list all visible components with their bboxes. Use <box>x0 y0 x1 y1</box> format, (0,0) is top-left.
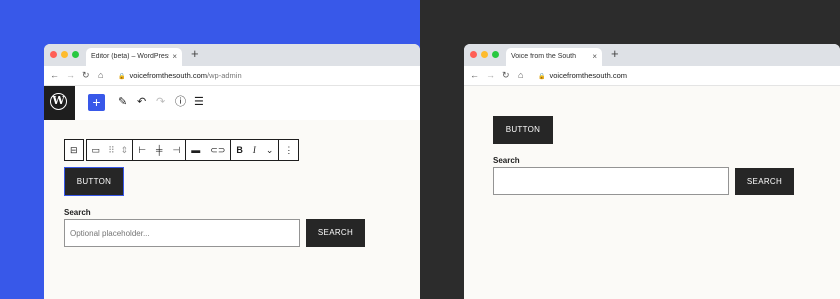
select-parent-icon[interactable]: ⊟ <box>65 139 83 161</box>
editor-toolbar: W + ✎ ↶ ↷ ⓘ ☰ <box>44 86 420 120</box>
lock-icon: 🔒 <box>118 74 126 80</box>
editor-button-block[interactable]: BUTTON <box>64 167 124 196</box>
bold-button[interactable]: B <box>231 139 248 161</box>
tab-bar: Editor (beta) – WordPress × + <box>44 44 420 66</box>
block-toolbar: ⊟ ▭ ⠿ ⇕ ⊢ ╪ ⊣ ▬ ⊂⊃ B I ⌄ ⋮ <box>64 139 301 161</box>
home-icon[interactable]: ⌂ <box>98 70 103 80</box>
url-domain: voicefromthesouth.com <box>549 71 628 80</box>
reload-icon[interactable]: ↻ <box>82 70 90 80</box>
info-icon[interactable]: ⓘ <box>175 95 186 109</box>
tab-close-icon[interactable]: × <box>172 52 177 61</box>
close-window-dot[interactable] <box>50 51 57 58</box>
close-window-dot[interactable] <box>470 51 477 58</box>
wordpress-logo-icon: W <box>50 93 67 110</box>
minimize-window-dot[interactable] <box>61 51 68 58</box>
url-path: /wp-admin <box>207 71 242 80</box>
maximize-window-dot[interactable] <box>492 51 499 58</box>
browser-tab[interactable]: Editor (beta) – WordPress × <box>86 48 182 66</box>
editor-search-button[interactable]: SEARCH <box>306 219 365 247</box>
tab-bar: Voice from the South × + <box>464 44 840 66</box>
chevron-down-icon[interactable]: ⌄ <box>261 139 279 161</box>
layout-group: ▬ ⊂⊃ <box>185 139 231 161</box>
wordpress-logo-button[interactable]: W <box>44 86 75 120</box>
back-arrow-icon[interactable]: ← <box>50 70 59 80</box>
address-bar: ← → ↻ ⌂ 🔒 voicefromthesouth.com <box>464 66 840 86</box>
frontend-search-input[interactable] <box>493 167 729 195</box>
drag-handle-icon[interactable]: ⠿ <box>105 139 118 161</box>
format-group: B I ⌄ <box>230 139 279 161</box>
editor-search-input[interactable]: Optional placeholder... <box>64 219 300 247</box>
minimize-window-dot[interactable] <box>481 51 488 58</box>
address-bar: ← → ↻ ⌂ 🔒 voicefromthesouth.com/wp-admin <box>44 66 420 86</box>
add-block-button[interactable]: + <box>88 94 105 111</box>
block-type-icon[interactable]: ▭ <box>87 139 106 161</box>
frontend-search-button[interactable]: SEARCH <box>735 168 794 195</box>
align-icon[interactable]: ▬ <box>186 139 205 161</box>
url-domain: voicefromthesouth.com <box>129 71 208 80</box>
lock-icon: 🔒 <box>538 74 546 80</box>
justify-center-icon[interactable]: ╪ <box>151 139 167 161</box>
options-group: ⋮ <box>278 139 300 161</box>
parent-block-group: ⊟ <box>64 139 84 161</box>
new-tab-button[interactable]: + <box>191 47 199 61</box>
home-icon[interactable]: ⌂ <box>518 70 523 80</box>
url-field[interactable]: 🔒 voicefromthesouth.com <box>538 71 627 80</box>
window-controls <box>470 51 499 58</box>
justify-group: ⊢ ╪ ⊣ <box>132 139 186 161</box>
maximize-window-dot[interactable] <box>72 51 79 58</box>
tab-title: Voice from the South <box>511 53 576 60</box>
tab-title: Editor (beta) – WordPress <box>91 53 169 60</box>
list-view-icon[interactable]: ☰ <box>194 95 204 109</box>
frontend-search-label: Search <box>493 156 520 165</box>
more-options-button[interactable]: ⋮ <box>279 139 298 161</box>
browser-tab[interactable]: Voice from the South × <box>506 48 602 66</box>
new-tab-button[interactable]: + <box>611 47 619 61</box>
url-field[interactable]: 🔒 voicefromthesouth.com/wp-admin <box>118 71 242 80</box>
justify-left-icon[interactable]: ⊢ <box>133 139 151 161</box>
frontend-button[interactable]: BUTTON <box>493 116 553 144</box>
block-controls-group: ▭ ⠿ ⇕ <box>85 139 133 161</box>
move-arrows-icon[interactable]: ⇕ <box>118 139 133 161</box>
editor-search-label: Search <box>64 208 91 217</box>
link-icon[interactable]: ⊂⊃ <box>205 139 230 161</box>
reload-icon[interactable]: ↻ <box>502 70 510 80</box>
tab-close-icon[interactable]: × <box>592 52 597 61</box>
window-controls <box>50 51 79 58</box>
forward-arrow-icon[interactable]: → <box>486 70 495 80</box>
back-arrow-icon[interactable]: ← <box>470 70 479 80</box>
italic-button[interactable]: I <box>248 139 261 161</box>
forward-arrow-icon[interactable]: → <box>66 70 75 80</box>
justify-right-icon[interactable]: ⊣ <box>167 139 185 161</box>
undo-icon[interactable]: ↶ <box>137 95 146 109</box>
redo-icon[interactable]: ↷ <box>156 95 165 109</box>
pen-icon[interactable]: ✎ <box>118 95 127 109</box>
